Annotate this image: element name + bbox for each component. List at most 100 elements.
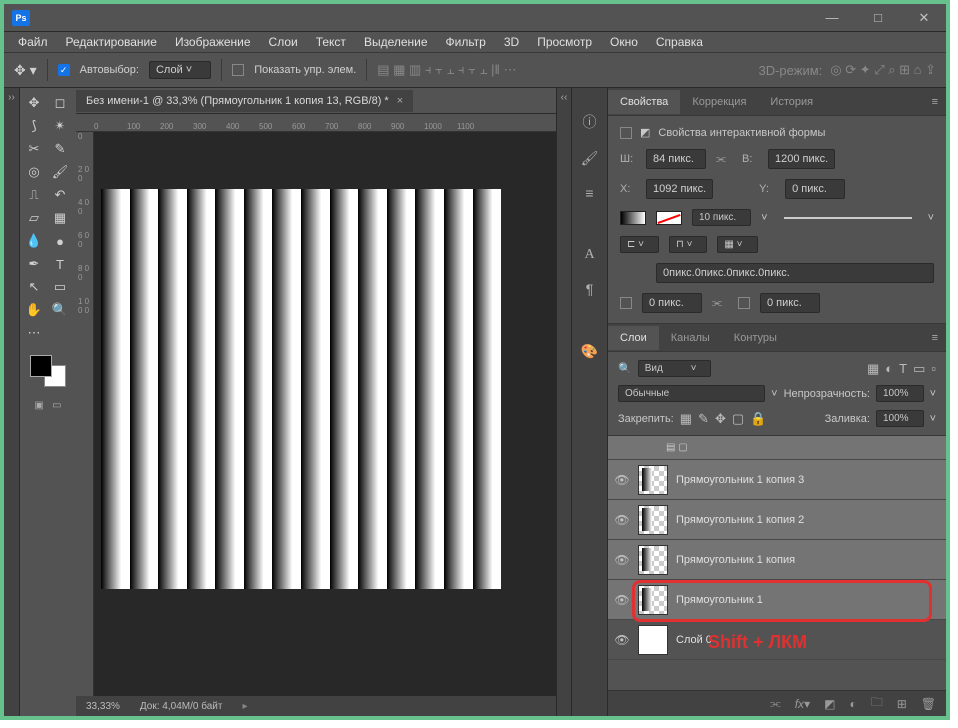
- autoselect-checkbox[interactable]: ✓: [58, 64, 70, 76]
- menu-edit[interactable]: Редактирование: [58, 33, 165, 51]
- opacity-field[interactable]: 100%: [876, 385, 924, 402]
- fx-icon[interactable]: fx▾: [795, 697, 810, 711]
- menu-image[interactable]: Изображение: [167, 33, 259, 51]
- autoselect-target[interactable]: Слой ˅: [149, 61, 211, 79]
- tab-channels[interactable]: Каналы: [659, 326, 722, 350]
- panel-menu-icon[interactable]: ≡: [924, 96, 946, 108]
- close-tab-icon[interactable]: ×: [397, 95, 403, 107]
- visibility-icon[interactable]: 👁: [614, 633, 630, 647]
- stroke-width[interactable]: 10 пикс.: [692, 209, 751, 226]
- menu-filter[interactable]: Фильтр: [438, 33, 494, 51]
- menu-file[interactable]: Файл: [10, 33, 56, 51]
- stroke-swatch[interactable]: [656, 211, 682, 225]
- blend-mode[interactable]: Обычные: [618, 385, 765, 402]
- layer-row-highlighted[interactable]: 👁 Прямоугольник 1: [608, 580, 946, 620]
- layer-thumb[interactable]: [638, 465, 668, 495]
- visibility-icon[interactable]: 👁: [614, 593, 630, 607]
- char-panel-icon[interactable]: A: [584, 247, 594, 263]
- wand-tool[interactable]: ✴: [48, 115, 72, 137]
- para-panel-icon[interactable]: ¶: [586, 281, 594, 297]
- info-panel-icon[interactable]: ⓘ: [583, 112, 597, 132]
- link-wh-icon[interactable]: ⫘: [716, 153, 732, 166]
- visibility-icon[interactable]: 👁: [614, 473, 630, 487]
- corner-tl-icon[interactable]: [620, 297, 632, 309]
- layer-row[interactable]: 👁 Прямоугольник 1 копия 3: [608, 460, 946, 500]
- lock-move-icon[interactable]: ✥: [715, 411, 726, 427]
- width-field[interactable]: 84 пикс.: [646, 149, 706, 169]
- shape-tool[interactable]: ▭: [48, 276, 72, 298]
- fill-field[interactable]: 100%: [876, 410, 924, 427]
- path-tool[interactable]: ↖: [22, 276, 46, 298]
- corner-1[interactable]: 0 пикс.: [642, 293, 702, 313]
- corners-field[interactable]: 0пикс.0пикс.0пикс.0пикс.: [656, 263, 934, 283]
- mask-add-icon[interactable]: ◩: [824, 697, 835, 711]
- layer-thumb[interactable]: [638, 625, 668, 655]
- layer-row[interactable]: 👁 Прямоугольник 1 копия: [608, 540, 946, 580]
- tab-properties[interactable]: Свойства: [608, 90, 680, 114]
- layer-row-top[interactable]: ▤ ▢: [608, 436, 946, 460]
- adjustment-icon[interactable]: ◐: [849, 697, 856, 711]
- tab-history[interactable]: История: [758, 90, 825, 114]
- color-swatch[interactable]: [28, 353, 68, 389]
- y-field[interactable]: 0 пикс.: [785, 179, 845, 199]
- lock-all-icon[interactable]: 🔒: [750, 411, 766, 427]
- layer-row[interactable]: 👁 Слой 0: [608, 620, 946, 660]
- eyedropper-tool[interactable]: ✎: [48, 138, 72, 160]
- filter-shape-icon[interactable]: ▭: [913, 361, 925, 377]
- link-layers-icon[interactable]: ⫘: [770, 696, 781, 711]
- menu-type[interactable]: Текст: [308, 33, 354, 51]
- lock-artboard-icon[interactable]: ▢: [732, 411, 744, 427]
- hand-tool[interactable]: ✋: [22, 299, 46, 321]
- color-panel-icon[interactable]: 🎨: [581, 343, 598, 360]
- menu-window[interactable]: Окно: [602, 33, 646, 51]
- mode-3d-icons[interactable]: ◎ ⟳ ✦ ⤢ ⌕ ⊞ ⌂ ⇪: [830, 62, 936, 78]
- layer-filter[interactable]: Вид ˅: [638, 360, 712, 377]
- filter-pixel-icon[interactable]: ▦: [867, 361, 879, 377]
- lasso-tool[interactable]: ⟆: [22, 115, 46, 137]
- layer-row[interactable]: 👁 Прямоугольник 1 копия 2: [608, 500, 946, 540]
- tab-layers[interactable]: Слои: [608, 326, 659, 350]
- align-group[interactable]: ▤ ▦ ▥ ⫞ ⫟ ⫠ ⫞ ⫟ ⫠ |‖ ⋯: [377, 62, 516, 78]
- layer-thumb[interactable]: [638, 545, 668, 575]
- tab-paths[interactable]: Контуры: [722, 326, 789, 350]
- tab-corrections[interactable]: Коррекция: [680, 90, 758, 114]
- link-corners-icon[interactable]: ⫘: [712, 297, 728, 310]
- align-select[interactable]: ▦ ˅: [717, 236, 757, 253]
- brush-tool[interactable]: 🖌: [48, 161, 72, 183]
- filter-type-icon[interactable]: T: [899, 361, 907, 376]
- swatches-panel-icon[interactable]: ≡: [585, 185, 593, 201]
- layer-thumb[interactable]: [638, 505, 668, 535]
- menu-help[interactable]: Справка: [648, 33, 711, 51]
- menu-3d[interactable]: 3D: [496, 33, 527, 51]
- delete-layer-icon[interactable]: 🗑: [921, 697, 936, 711]
- height-field[interactable]: 1200 пикс.: [768, 149, 835, 169]
- mask-mode-icons[interactable]: ▣ ▭: [22, 400, 74, 411]
- maximize-button[interactable]: □: [864, 8, 892, 28]
- filter-smart-icon[interactable]: ▫: [931, 361, 936, 376]
- brush-panel-icon[interactable]: 🖌: [581, 150, 599, 167]
- lock-brush-icon[interactable]: ✎: [698, 411, 709, 427]
- zoom-tool[interactable]: 🔍: [48, 299, 72, 321]
- document-tab[interactable]: Без имени-1 @ 33,3% (Прямоугольник 1 коп…: [76, 90, 413, 112]
- filter-adjust-icon[interactable]: ◐: [885, 361, 893, 376]
- type-tool[interactable]: T: [48, 253, 72, 275]
- corner-2[interactable]: 0 пикс.: [760, 293, 820, 313]
- visibility-icon[interactable]: 👁: [614, 513, 630, 527]
- x-field[interactable]: 1092 пикс.: [646, 179, 713, 199]
- layers-menu-icon[interactable]: ≡: [924, 332, 946, 344]
- blur-tool[interactable]: 💧: [22, 230, 46, 252]
- menu-select[interactable]: Выделение: [356, 33, 436, 51]
- dodge-tool[interactable]: ●: [48, 230, 72, 252]
- layer-thumb[interactable]: [638, 585, 668, 615]
- gradient-tool[interactable]: ▦: [48, 207, 72, 229]
- stamp-tool[interactable]: ⎍: [22, 184, 46, 206]
- corner-tr-icon[interactable]: [738, 297, 750, 309]
- edit-toolbar[interactable]: ⋯: [22, 322, 46, 344]
- corner-select[interactable]: ⊓ ˅: [669, 236, 707, 253]
- show-transform-checkbox[interactable]: [232, 64, 244, 76]
- close-button[interactable]: ✕: [910, 8, 938, 28]
- marquee-tool[interactable]: ◻: [48, 92, 72, 114]
- lock-pixels-icon[interactable]: ▦: [680, 411, 692, 427]
- zoom-level[interactable]: 33,33%: [86, 701, 120, 712]
- new-layer-icon[interactable]: ⊞: [897, 697, 907, 711]
